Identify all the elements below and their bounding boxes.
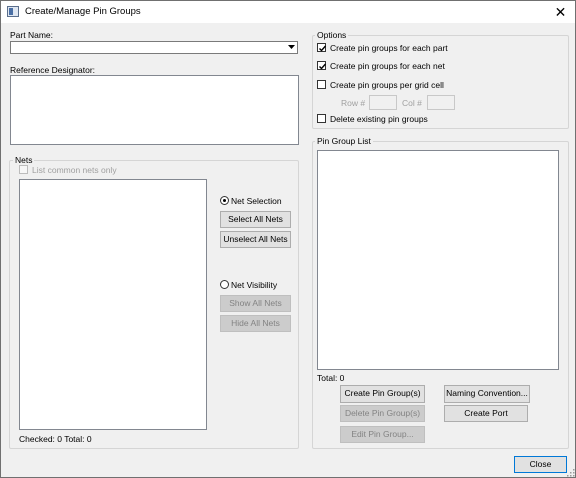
create-per-grid-checkbox[interactable] bbox=[317, 80, 326, 89]
create-port-button[interactable]: Create Port bbox=[444, 405, 528, 422]
nets-title: Nets bbox=[13, 155, 35, 165]
nets-list[interactable] bbox=[19, 179, 207, 430]
row-input[interactable] bbox=[369, 95, 397, 110]
edit-pin-group-button[interactable]: Edit Pin Group... bbox=[340, 426, 425, 443]
net-selection-label: Net Selection bbox=[231, 196, 282, 206]
pin-group-list[interactable] bbox=[317, 150, 559, 370]
close-button[interactable]: Close bbox=[514, 456, 567, 473]
dropdown-arrow-icon[interactable] bbox=[286, 43, 296, 51]
net-visibility-radio[interactable] bbox=[220, 280, 229, 289]
part-name-combo[interactable] bbox=[10, 41, 298, 54]
col-label: Col # bbox=[402, 98, 422, 108]
close-icon[interactable]: ✕ bbox=[546, 1, 575, 23]
naming-convention-button[interactable]: Naming Convention... bbox=[444, 385, 530, 403]
row-label: Row # bbox=[341, 98, 366, 108]
part-name-label: Part Name: bbox=[10, 30, 53, 40]
unselect-all-nets-button[interactable]: Unselect All Nets bbox=[220, 231, 291, 248]
app-icon bbox=[7, 6, 19, 17]
col-input[interactable] bbox=[427, 95, 455, 110]
show-all-nets-button[interactable]: Show All Nets bbox=[220, 295, 291, 312]
radio-dot-icon bbox=[223, 199, 226, 202]
net-selection-radio[interactable] bbox=[220, 196, 229, 205]
pin-group-list-title: Pin Group List bbox=[315, 136, 373, 146]
window-title: Create/Manage Pin Groups bbox=[25, 6, 141, 17]
delete-existing-checkbox[interactable] bbox=[317, 114, 326, 123]
select-all-nets-button[interactable]: Select All Nets bbox=[220, 211, 291, 228]
create-per-net-label: Create pin groups for each net bbox=[330, 61, 445, 71]
dialog-window: Create/Manage Pin Groups ✕ Part Name: Re… bbox=[0, 0, 576, 478]
list-common-checkbox[interactable] bbox=[19, 165, 28, 174]
checkmark-icon bbox=[319, 45, 327, 52]
nets-status: Checked: 0 Total: 0 bbox=[19, 434, 92, 444]
delete-pin-groups-button[interactable]: Delete Pin Group(s) bbox=[340, 405, 425, 422]
options-title: Options bbox=[315, 30, 349, 40]
net-visibility-label: Net Visibility bbox=[231, 280, 278, 290]
list-common-label: List common nets only bbox=[32, 165, 117, 175]
checkmark-icon bbox=[319, 63, 327, 70]
size-grip-icon[interactable] bbox=[567, 469, 575, 477]
create-per-part-label: Create pin groups for each part bbox=[330, 43, 448, 53]
reference-designator-field[interactable] bbox=[10, 75, 299, 145]
create-per-part-checkbox[interactable] bbox=[317, 43, 327, 52]
delete-existing-label: Delete existing pin groups bbox=[330, 114, 428, 124]
pin-group-total: Total: 0 bbox=[317, 373, 345, 383]
title-bar[interactable]: Create/Manage Pin Groups ✕ bbox=[1, 1, 575, 23]
hide-all-nets-button[interactable]: Hide All Nets bbox=[220, 315, 291, 332]
reference-designator-label: Reference Designator: bbox=[10, 65, 96, 75]
create-pin-groups-button[interactable]: Create Pin Group(s) bbox=[340, 385, 425, 403]
create-per-net-checkbox[interactable] bbox=[317, 61, 327, 70]
create-per-grid-label: Create pin groups per grid cell bbox=[330, 80, 444, 90]
